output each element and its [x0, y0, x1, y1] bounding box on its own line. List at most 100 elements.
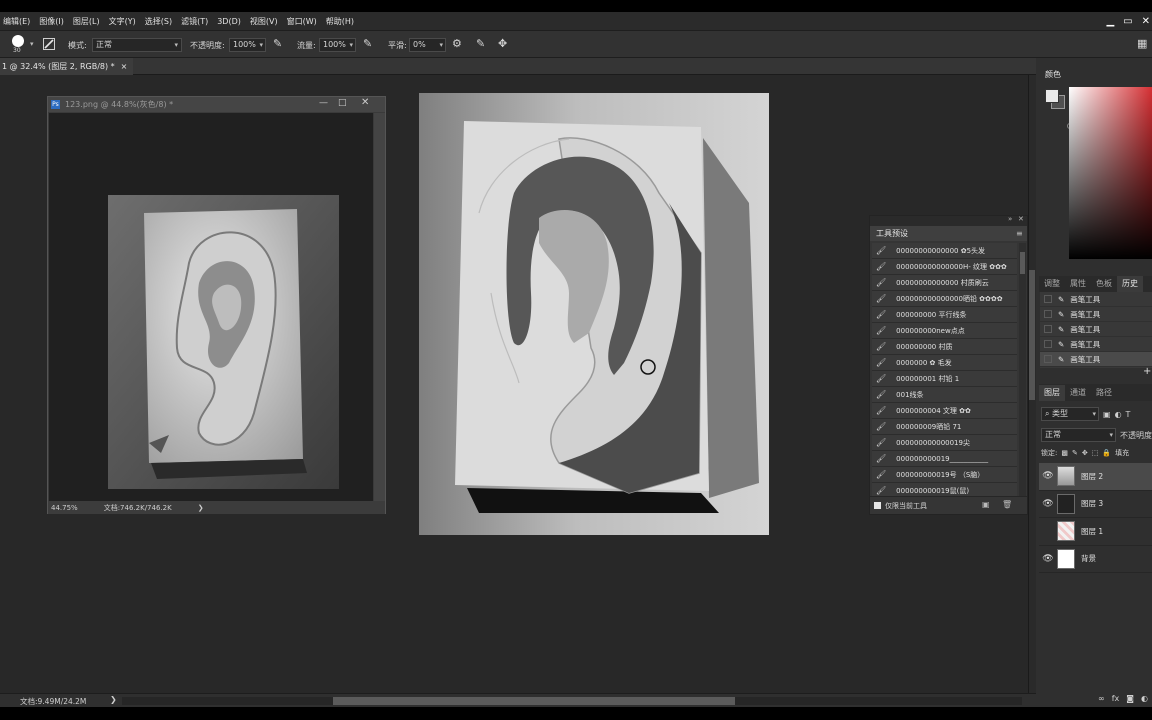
status-arrow[interactable]: ❯ — [110, 695, 117, 704]
menu-3d[interactable]: 3D(D) — [217, 17, 241, 26]
maximize-icon[interactable]: □ — [338, 98, 347, 108]
layer-row[interactable]: 👁 背景 — [1039, 546, 1152, 573]
layer-row[interactable]: 图层 1 — [1039, 518, 1152, 546]
brush-panel-toggle-icon[interactable] — [43, 38, 55, 50]
eye-icon[interactable]: 👁 — [1039, 471, 1057, 481]
menu-select[interactable]: 选择(S) — [145, 16, 172, 27]
tool-presets-tab[interactable]: 工具预设 ≡ — [870, 226, 1027, 241]
tab-properties[interactable]: 属性 — [1065, 276, 1091, 292]
close-icon[interactable]: ✕ — [1018, 215, 1024, 223]
color-spectrum-field[interactable] — [1069, 87, 1152, 259]
menu-layer[interactable]: 图层(L) — [73, 16, 100, 27]
tab-history[interactable]: 历史 — [1117, 276, 1143, 292]
document-tab[interactable]: 1 @ 32.4% (图层 2, RGB/8) * × — [0, 58, 134, 75]
symmetry-icon[interactable]: ✥ — [498, 37, 507, 50]
tool-presets-scroll-thumb[interactable] — [1020, 252, 1025, 274]
list-item[interactable]: 🖌 000000000000000H- 纹理 ✿✿✿ — [872, 259, 1017, 275]
foreground-background-swatches[interactable] — [1045, 89, 1067, 111]
lock-position-icon[interactable]: ✥ — [1082, 449, 1088, 457]
adjustment-layer-icon[interactable]: ◐ — [1141, 694, 1148, 703]
link-icon[interactable]: ∞ — [1098, 694, 1105, 703]
list-item[interactable]: 🖌 0000000004 文理 ✿✿ — [872, 403, 1017, 419]
opacity-field[interactable]: 100% ▾ — [229, 38, 266, 52]
lock-transparent-icon[interactable]: ▩ — [1061, 449, 1068, 457]
current-tool-only-checkbox[interactable] — [874, 502, 881, 509]
floating-window-zoom[interactable]: 44.75% — [51, 504, 78, 512]
reference-canvas[interactable] — [49, 113, 373, 501]
list-item[interactable]: 🖌 000000000019___________ — [872, 451, 1017, 467]
brush-preset-picker[interactable]: 30 — [10, 35, 26, 54]
close-icon[interactable]: ✕ — [361, 97, 369, 108]
eye-icon[interactable]: 👁 — [1039, 499, 1057, 509]
mask-icon[interactable]: ◙ — [1126, 694, 1134, 703]
history-snapshot-checkbox[interactable] — [1044, 295, 1052, 303]
type-filter-icon[interactable]: T — [1126, 410, 1131, 419]
layer-row[interactable]: 👁 图层 3 — [1039, 491, 1152, 518]
menu-help[interactable]: 帮助(H) — [326, 16, 354, 27]
list-item[interactable]: 🖌 000000000019号 （S脑） — [872, 467, 1017, 483]
foreground-color-swatch[interactable] — [1045, 89, 1059, 103]
list-item[interactable]: 🖌 000000000 平行线条 — [872, 307, 1017, 323]
layer-filter-select[interactable]: ⌕ 类型 ▾ — [1041, 407, 1099, 421]
blend-mode-select[interactable]: 正常 ▾ — [1041, 428, 1116, 442]
menu-view[interactable]: 视图(V) — [250, 16, 278, 27]
pressure-size-icon[interactable]: ✎ — [476, 37, 485, 50]
history-snapshot-checkbox[interactable] — [1044, 355, 1052, 363]
minimize-icon[interactable]: — — [319, 98, 328, 108]
history-item[interactable]: ✎ 画笔工具 — [1040, 337, 1152, 352]
floating-window-titlebar[interactable]: Ps 123.png @ 44.8%(灰色/8) * — □ ✕ — [48, 97, 385, 112]
list-item[interactable]: 🖌 001线条 — [872, 387, 1017, 403]
menu-image[interactable]: 图像(I) — [39, 16, 64, 27]
menu-type[interactable]: 文字(Y) — [109, 16, 136, 27]
chevron-down-icon[interactable]: ▾ — [30, 40, 34, 48]
menu-edit[interactable]: 编辑(E) — [3, 16, 30, 27]
document-tab-close-icon[interactable]: × — [121, 62, 128, 71]
list-item[interactable]: 🖌 00000000000000 村质刷云 — [872, 275, 1017, 291]
maximize-icon[interactable]: ▭ — [1123, 16, 1132, 27]
history-item[interactable]: ✎ 画笔工具 — [1040, 307, 1152, 322]
layer-row-selected[interactable]: 👁 图层 2 — [1039, 463, 1152, 491]
flow-field[interactable]: 100% ▾ — [319, 38, 356, 52]
list-item[interactable]: 🖌 000000001 村铅 1 — [872, 371, 1017, 387]
main-canvas[interactable] — [419, 93, 769, 535]
pressure-opacity-icon[interactable]: ✎ — [273, 37, 282, 50]
tab-channels[interactable]: 通道 — [1065, 385, 1091, 401]
fx-icon[interactable]: fx — [1112, 694, 1120, 703]
list-item[interactable]: 🖌 000000000 村质 — [872, 339, 1017, 355]
history-item[interactable]: ✎ 画笔工具 — [1040, 322, 1152, 337]
list-item[interactable]: 🖌 0000000 ✿ 毛发 — [872, 355, 1017, 371]
smoothing-field[interactable]: 0% ▾ — [409, 38, 446, 52]
menu-window[interactable]: 窗口(W) — [287, 16, 317, 27]
workspace-icon[interactable]: ▦ — [1137, 37, 1147, 50]
pixel-filter-icon[interactable]: ▣ — [1103, 410, 1111, 419]
new-snapshot-icon[interactable]: + — [1143, 366, 1151, 377]
history-item-selected[interactable]: ✎ 画笔工具 — [1040, 352, 1152, 367]
gear-icon[interactable]: ⚙ — [452, 37, 462, 50]
floating-window-status-arrow[interactable]: ❯ — [198, 504, 204, 512]
tab-adjustments[interactable]: 调整 — [1039, 276, 1065, 292]
history-snapshot-checkbox[interactable] — [1044, 325, 1052, 333]
list-item[interactable]: 🖌 00000000000000 ✿5头发 — [872, 243, 1017, 259]
list-item[interactable]: 🖌 000000009晒铅 71 — [872, 419, 1017, 435]
lock-image-icon[interactable]: ✎ — [1072, 449, 1078, 457]
floating-document-window[interactable]: Ps 123.png @ 44.8%(灰色/8) * — □ ✕ 44.75% … — [47, 96, 386, 514]
adjustment-filter-icon[interactable]: ◐ — [1115, 410, 1122, 419]
menu-filter[interactable]: 滤镜(T) — [181, 16, 208, 27]
list-item[interactable]: 🖌 000000000new点点 — [872, 323, 1017, 339]
close-icon[interactable]: ✕ — [1142, 16, 1150, 27]
history-snapshot-checkbox[interactable] — [1044, 340, 1052, 348]
history-item[interactable]: ✎ 画笔工具 — [1040, 292, 1152, 307]
floating-window-scrollbar[interactable] — [374, 113, 385, 501]
new-preset-icon[interactable]: ▣ — [982, 500, 990, 509]
lock-artboard-icon[interactable]: ⬚ — [1092, 449, 1099, 457]
workspace-scroll-thumb[interactable] — [1029, 270, 1035, 400]
tab-swatches[interactable]: 色板 — [1091, 276, 1117, 292]
airbrush-icon[interactable]: ✎ — [363, 37, 372, 50]
history-snapshot-checkbox[interactable] — [1044, 310, 1052, 318]
minimize-icon[interactable]: ▁ — [1106, 16, 1114, 27]
color-panel-title[interactable]: 颜色 — [1045, 69, 1061, 80]
horizontal-scroll-thumb[interactable] — [333, 697, 735, 705]
mode-select[interactable]: 正常 ▾ — [92, 38, 182, 52]
tab-layers[interactable]: 图层 — [1039, 384, 1065, 401]
collapse-icon[interactable]: » — [1008, 215, 1012, 223]
